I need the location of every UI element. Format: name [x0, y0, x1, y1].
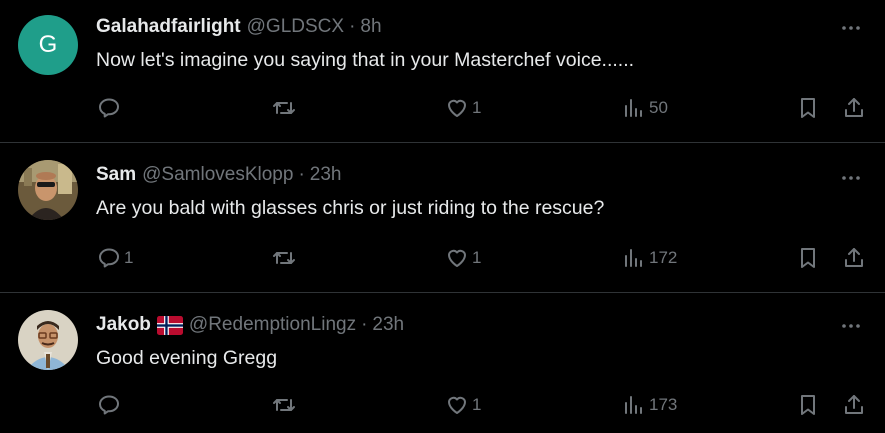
retweet-icon [273, 252, 295, 264]
bookmark-button[interactable] [796, 94, 820, 122]
retweet-button[interactable] [272, 94, 299, 122]
retweet-button[interactable] [272, 244, 299, 272]
tweet-0[interactable]: G Galahadfairlight @GLDSCX · 8h Now let'… [0, 0, 885, 142]
author-handle[interactable]: @GLDSCX [247, 15, 344, 39]
reply-icon [99, 395, 119, 415]
tweet-header: Jakob @RedemptionLingz · 23h [96, 313, 404, 337]
author-name[interactable]: Sam [96, 163, 136, 187]
tweet-header: Sam @SamlovesKlopp · 23h [96, 163, 341, 187]
reply-icon [99, 98, 119, 118]
reply-icon [99, 248, 119, 268]
share-button[interactable] [842, 94, 866, 122]
view-count: 50 [649, 98, 668, 117]
views-icon [625, 99, 642, 117]
reply-button[interactable] [97, 94, 124, 122]
timestamp[interactable]: 23h [310, 163, 342, 187]
heart-icon [448, 99, 466, 117]
bookmark-icon [801, 98, 815, 118]
avatar[interactable] [18, 310, 78, 370]
views-button[interactable]: 50 [622, 94, 668, 122]
tweet-text: Now let's imagine you saying that in you… [96, 49, 635, 71]
separator-dot: · [298, 164, 305, 185]
author-handle[interactable]: @SamlovesKlopp [142, 163, 293, 187]
heart-icon [448, 249, 466, 267]
avatar-letter: G [38, 31, 58, 58]
like-button[interactable]: 1 [445, 391, 481, 419]
like-count: 1 [472, 248, 482, 267]
author-name[interactable]: Jakob [96, 313, 151, 337]
retweet-icon [273, 102, 295, 114]
views-icon [625, 396, 642, 414]
share-button[interactable] [842, 244, 866, 272]
bookmark-button[interactable] [796, 244, 820, 272]
like-button[interactable]: 1 [445, 244, 481, 272]
like-count: 1 [472, 98, 482, 117]
tweet-text: Good evening Gregg [96, 347, 278, 369]
tweet-actions: 1 173 [0, 391, 885, 419]
bookmark-icon [801, 248, 815, 268]
avatar[interactable] [18, 160, 78, 220]
share-icon [845, 98, 863, 117]
reply-button[interactable] [97, 391, 124, 419]
share-icon [845, 395, 863, 414]
more-icon[interactable] [839, 314, 865, 334]
retweet-button[interactable] [272, 391, 299, 419]
separator-dot: · [361, 314, 368, 335]
tweet-actions: 1 1 172 [0, 244, 885, 272]
tweet-header: Galahadfairlight @GLDSCX · 8h [96, 15, 382, 39]
bookmark-icon [801, 395, 815, 415]
tweet-2[interactable]: Jakob @RedemptionLingz · 23h Good evenin… [0, 293, 885, 433]
views-button[interactable]: 172 [622, 244, 677, 272]
views-button[interactable]: 173 [622, 391, 677, 419]
views-icon [625, 249, 642, 267]
like-count: 1 [472, 395, 482, 414]
more-icon[interactable] [839, 166, 865, 186]
tweet-text: Are you bald with glasses chris or just … [96, 197, 605, 219]
reply-count: 1 [124, 248, 134, 267]
view-count: 172 [649, 248, 678, 267]
author-handle[interactable]: @RedemptionLingz [189, 313, 356, 337]
norway-flag-icon [156, 315, 183, 335]
timestamp[interactable]: 8h [360, 15, 381, 39]
more-icon[interactable] [839, 16, 865, 36]
author-name[interactable]: Galahadfairlight [96, 15, 241, 39]
reply-button[interactable]: 1 [97, 244, 133, 272]
separator-dot: · [349, 16, 356, 37]
bookmark-button[interactable] [796, 391, 820, 419]
like-button[interactable]: 1 [445, 94, 481, 122]
tweet-1[interactable]: Sam @SamlovesKlopp · 23h Are you bald wi… [0, 143, 885, 292]
tweet-actions: 1 50 [0, 94, 885, 122]
avatar[interactable]: G [18, 15, 78, 75]
view-count: 173 [649, 395, 678, 414]
timestamp[interactable]: 23h [372, 313, 404, 337]
retweet-icon [273, 399, 295, 411]
heart-icon [448, 396, 466, 414]
share-button[interactable] [842, 391, 866, 419]
share-icon [845, 248, 863, 267]
